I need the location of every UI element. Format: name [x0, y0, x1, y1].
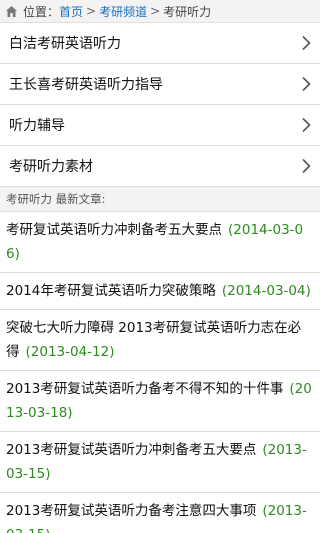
category-item[interactable]: 白洁考研英语听力 [0, 23, 320, 64]
chevron-right-icon [302, 117, 311, 133]
category-item[interactable]: 考研听力素材 [0, 146, 320, 187]
article-title[interactable]: 2013考研复试英语听力冲刺备考五大要点 [6, 442, 256, 458]
article-date: (2013-04-12) [25, 344, 115, 360]
article-item[interactable]: 2013考研复试英语听力冲刺备考五大要点 (2013-03-15) [0, 432, 320, 493]
article-item[interactable]: 2013考研复试英语听力备考注意四大事项(2013-03-15) [0, 493, 320, 533]
category-label: 听力辅导 [9, 118, 65, 134]
breadcrumb-home-link[interactable]: 首页 [59, 3, 83, 20]
article-title[interactable]: 2013考研复试英语听力备考注意四大事项 [6, 503, 256, 519]
home-icon [6, 5, 17, 17]
breadcrumb-separator: > [86, 4, 97, 18]
article-title[interactable]: 考研复试英语听力冲刺备考五大要点 [6, 222, 222, 238]
category-label: 考研听力素材 [9, 159, 93, 175]
latest-articles-header: 考研听力 最新文章: [0, 187, 320, 212]
breadcrumb-separator: > [150, 4, 161, 18]
category-label: 白洁考研英语听力 [9, 36, 121, 52]
breadcrumb-prefix: 位置： [23, 4, 60, 19]
article-list: 考研复试英语听力冲刺备考五大要点 (2014-03-06) 2014年考研复试英语… [0, 212, 320, 533]
breadcrumb: 位置： 首页 > 考研频道 > 考研听力 [0, 0, 320, 23]
article-date: (2014-03-04) [221, 283, 311, 299]
category-item[interactable]: 听力辅导 [0, 105, 320, 146]
breadcrumb-current: 考研听力 [163, 4, 212, 19]
breadcrumb-channel-link[interactable]: 考研频道 [99, 3, 147, 20]
chevron-right-icon [302, 35, 311, 51]
article-title[interactable]: 2014年考研复试英语听力突破策略 [6, 283, 216, 299]
article-item[interactable]: 2014年考研复试英语听力突破策略 (2014-03-04) [0, 273, 320, 310]
page: 位置： 首页 > 考研频道 > 考研听力 白洁考研英语听力 王长喜考研英语听力指… [0, 0, 320, 533]
chevron-right-icon [302, 76, 311, 92]
article-item[interactable]: 考研复试英语听力冲刺备考五大要点 (2014-03-06) [0, 212, 320, 273]
category-label: 王长喜考研英语听力指导 [9, 77, 163, 93]
chevron-right-icon [302, 158, 311, 174]
category-list: 白洁考研英语听力 王长喜考研英语听力指导 听力辅导 考研听力素材 [0, 23, 320, 187]
article-item[interactable]: 突破七大听力障碍 2013考研复试英语听力志在必得 (2013-04-12) [0, 310, 320, 371]
category-item[interactable]: 王长喜考研英语听力指导 [0, 64, 320, 105]
article-title[interactable]: 2013考研复试英语听力备考不得不知的十件事 [6, 381, 283, 397]
article-item[interactable]: 2013考研复试英语听力备考不得不知的十件事 (2013-03-18) [0, 371, 320, 432]
